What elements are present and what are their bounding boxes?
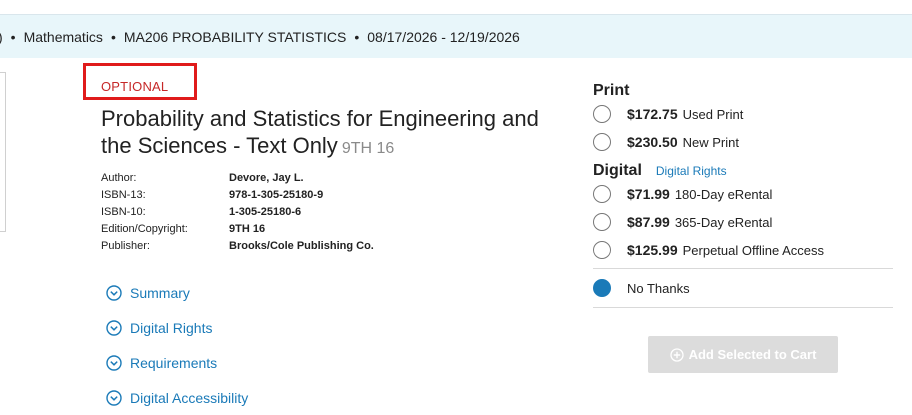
expand-links: Summary Digital Rights Requirements Digi… [106, 275, 248, 415]
radio-button[interactable] [593, 241, 611, 259]
option-price: $71.99 [627, 186, 670, 202]
chevron-down-circle-icon [106, 389, 122, 406]
breadcrumb-separator: • [110, 28, 116, 45]
digital-rights-link[interactable]: Digital Rights [656, 164, 727, 178]
detail-row-isbn13: ISBN-13: 978-1-305-25180-9 [101, 187, 374, 204]
breadcrumb-term: 08/17/2026 - 12/19/2026 [367, 28, 520, 45]
breadcrumb-separator: • [354, 28, 360, 45]
detail-value: 978-1-305-25180-9 [229, 189, 324, 201]
option-label: New Print [682, 134, 739, 150]
detail-row-edition: Edition/Copyright: 9TH 16 [101, 221, 374, 238]
detail-value: 9TH 16 [229, 223, 266, 235]
radio-button[interactable] [593, 133, 611, 151]
detail-value: Brooks/Cole Publishing Co. [229, 240, 374, 252]
print-heading: Print [593, 82, 893, 100]
breadcrumb-separator: • [10, 28, 16, 45]
detail-row-publisher: Publisher: Brooks/Cole Publishing Co. [101, 238, 374, 255]
breadcrumb-lead: ) [0, 29, 3, 45]
option-used-print[interactable]: $172.75 Used Print [593, 100, 893, 128]
plus-circle-icon [669, 347, 684, 362]
option-365-day-erental[interactable]: $87.99 365-Day eRental [593, 208, 893, 236]
detail-label: Publisher: [101, 240, 150, 252]
radio-button-selected[interactable] [593, 279, 611, 297]
book-title: Probability and Statistics for Engineeri… [101, 106, 539, 158]
link-label: Summary [130, 284, 190, 301]
detail-value: 1-305-25180-6 [229, 206, 302, 218]
breadcrumb-department: Mathematics [23, 28, 103, 45]
book-title-block: Probability and Statistics for Engineeri… [101, 105, 561, 162]
link-label: Digital Accessibility [130, 389, 249, 406]
radio-button[interactable] [593, 213, 611, 231]
detail-value: Devore, Jay L. [229, 172, 304, 184]
detail-row-author: Author: Devore, Jay L. [101, 170, 374, 187]
option-price: $172.75 [627, 106, 678, 122]
digital-heading-label: Digital [593, 162, 642, 179]
option-price: $125.99 [627, 242, 678, 258]
chevron-down-circle-icon [106, 319, 122, 336]
detail-label: ISBN-10: [101, 206, 146, 218]
course-breadcrumb-bar: ) • Mathematics • MA206 PROBABILITY STAT… [0, 15, 912, 58]
print-heading-label: Print [593, 82, 630, 99]
breadcrumb-course: MA206 PROBABILITY STATISTICS [123, 28, 347, 45]
book-details: Author: Devore, Jay L. ISBN-13: 978-1-30… [101, 170, 374, 255]
book-cover-edge [0, 72, 6, 232]
option-label: Used Print [682, 106, 744, 122]
link-label: Digital Rights [130, 319, 213, 336]
option-perpetual-offline-access[interactable]: $125.99 Perpetual Offline Access [593, 236, 893, 264]
options-divider [593, 268, 893, 269]
radio-button[interactable] [593, 185, 611, 203]
digital-heading: Digital Digital Rights [593, 162, 893, 180]
option-label: Perpetual Offline Access [682, 242, 825, 258]
option-price: $230.50 [627, 134, 678, 150]
top-strip [0, 0, 912, 15]
detail-row-isbn10: ISBN-10: 1-305-25180-6 [101, 204, 374, 221]
expand-requirements-link[interactable]: Requirements [106, 345, 248, 380]
detail-label: Author: [101, 172, 137, 184]
chevron-down-circle-icon [106, 354, 122, 371]
link-label: Requirements [130, 354, 218, 371]
option-price: $87.99 [627, 214, 670, 230]
detail-label: ISBN-13: [101, 189, 146, 201]
expand-digital-rights-link[interactable]: Digital Rights [106, 310, 248, 345]
requirement-badge: OPTIONAL [101, 79, 169, 94]
add-to-cart-button[interactable]: Add Selected to Cart [648, 336, 838, 373]
chevron-down-circle-icon [106, 284, 122, 301]
option-label: No Thanks [627, 280, 690, 296]
expand-digital-accessibility-link[interactable]: Digital Accessibility [106, 380, 248, 415]
expand-summary-link[interactable]: Summary [106, 275, 248, 310]
radio-button[interactable] [593, 105, 611, 123]
option-label: 180-Day eRental [674, 186, 773, 202]
option-no-thanks[interactable]: No Thanks [593, 273, 893, 303]
book-edition-tag: 9TH 16 [341, 140, 395, 157]
add-to-cart-label: Add Selected to Cart [688, 347, 817, 362]
option-180-day-erental[interactable]: $71.99 180-Day eRental [593, 180, 893, 208]
options-divider [593, 307, 893, 308]
option-label: 365-Day eRental [674, 214, 773, 230]
purchase-options: Print $172.75 Used Print $230.50 New Pri… [593, 82, 893, 312]
option-new-print[interactable]: $230.50 New Print [593, 128, 893, 156]
detail-label: Edition/Copyright: [101, 223, 188, 235]
